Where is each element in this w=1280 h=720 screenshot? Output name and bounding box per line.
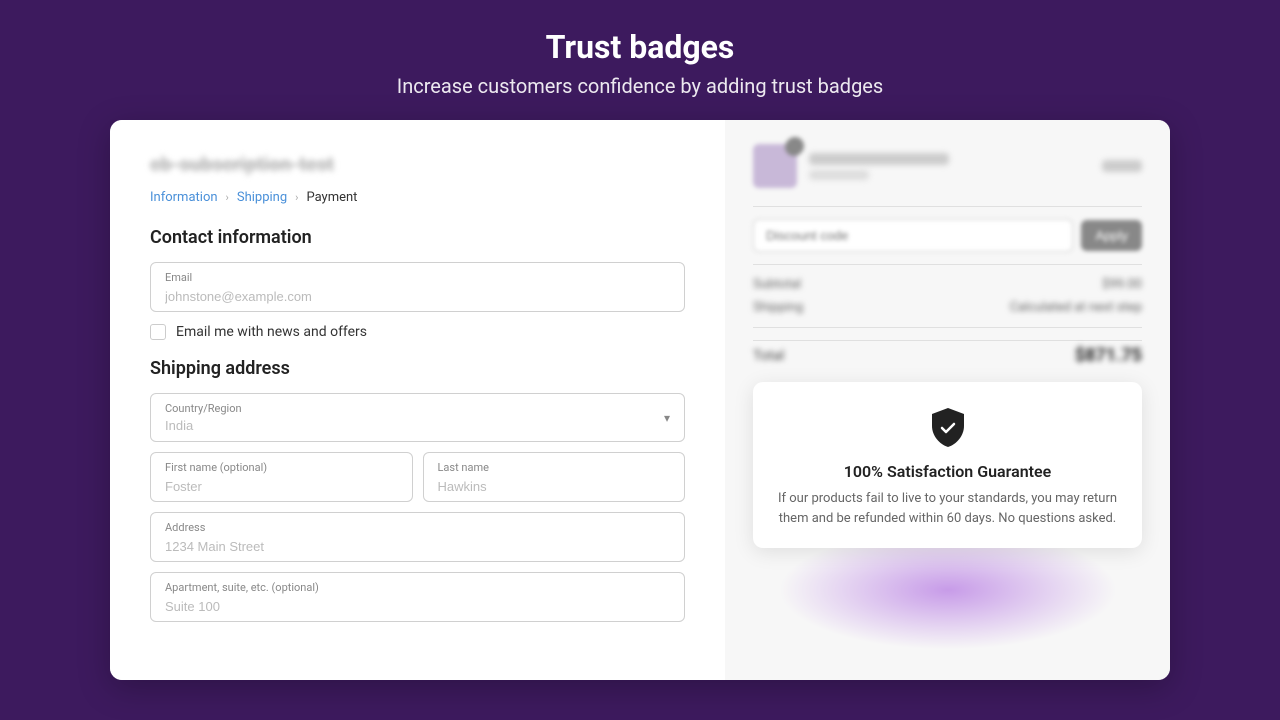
trust-badge-glow	[778, 530, 1118, 650]
last-name-label: Last name	[438, 461, 671, 474]
discount-input[interactable]	[753, 219, 1073, 252]
total-value: $871.75	[1075, 345, 1142, 366]
country-label: Country/Region	[151, 394, 684, 415]
shield-icon	[924, 404, 972, 452]
item-thumbnail: 1	[753, 144, 797, 188]
divider-2	[753, 264, 1142, 265]
first-name-label: First name (optional)	[165, 461, 398, 474]
first-name-input[interactable]	[165, 479, 398, 494]
newsletter-label: Email me with news and offers	[176, 324, 367, 340]
newsletter-row: Email me with news and offers	[150, 324, 685, 340]
item-variant	[809, 170, 869, 180]
breadcrumb-sep-2: ›	[295, 191, 298, 204]
breadcrumb-payment[interactable]: Payment	[306, 190, 357, 205]
shipping-row: Shipping Calculated at next step	[753, 300, 1142, 315]
name-row: First name (optional) Last name	[150, 452, 685, 502]
country-select[interactable]: India	[151, 416, 684, 441]
checkout-left-panel: cb-subscription-test Information › Shipp…	[110, 120, 725, 680]
shipping-label: Shipping	[753, 300, 803, 315]
address-wrapper[interactable]: Address	[150, 512, 685, 562]
subtotal-row: Subtotal $99.00	[753, 277, 1142, 292]
shipping-section-title: Shipping address	[150, 358, 685, 379]
email-label: Email	[165, 271, 670, 284]
checkout-right-panel: 1 Apply Subtotal $99.00 Shipping Calcula…	[725, 120, 1170, 680]
subtotal-value: $99.00	[1102, 277, 1142, 292]
trust-badge-title: 100% Satisfaction Guarantee	[777, 462, 1118, 481]
item-quantity-badge: 1	[786, 137, 804, 155]
main-card: cb-subscription-test Information › Shipp…	[110, 120, 1170, 680]
page-title: Trust badges	[397, 28, 883, 66]
discount-row: Apply	[753, 219, 1142, 252]
divider-1	[753, 206, 1142, 207]
item-price	[1102, 160, 1142, 172]
breadcrumb: Information › Shipping › Payment	[150, 190, 685, 205]
email-input-wrapper[interactable]: Email	[150, 262, 685, 312]
breadcrumb-sep-1: ›	[226, 191, 229, 204]
first-name-wrapper[interactable]: First name (optional)	[150, 452, 413, 502]
total-label: Total	[753, 348, 784, 364]
page-header: Trust badges Increase customers confiden…	[397, 0, 883, 120]
apply-discount-button[interactable]: Apply	[1081, 220, 1142, 251]
subtotal-label: Subtotal	[753, 277, 801, 292]
apt-label: Apartment, suite, etc. (optional)	[165, 581, 670, 594]
apt-input[interactable]	[165, 599, 670, 614]
breadcrumb-information[interactable]: Information	[150, 190, 218, 205]
order-item: 1	[753, 144, 1142, 188]
breadcrumb-shipping[interactable]: Shipping	[237, 190, 287, 205]
newsletter-checkbox[interactable]	[150, 324, 166, 340]
shipping-value: Calculated at next step	[1010, 300, 1142, 315]
item-details	[809, 153, 1090, 180]
page-subtitle: Increase customers confidence by adding …	[397, 74, 883, 98]
shipping-section: Shipping address Country/Region India ▾ …	[150, 358, 685, 622]
email-field-group: Email	[150, 262, 685, 312]
item-name	[809, 153, 949, 165]
last-name-wrapper[interactable]: Last name	[423, 452, 686, 502]
address-label: Address	[165, 521, 670, 534]
trust-badge-description: If our products fail to live to your sta…	[777, 489, 1118, 528]
email-input[interactable]	[165, 289, 670, 304]
last-name-input[interactable]	[438, 479, 671, 494]
apt-wrapper[interactable]: Apartment, suite, etc. (optional)	[150, 572, 685, 622]
store-name: cb-subscription-test	[150, 152, 685, 176]
total-row: Total $871.75	[753, 340, 1142, 366]
contact-section-title: Contact information	[150, 227, 685, 248]
address-input[interactable]	[165, 539, 670, 554]
trust-badge-card: 100% Satisfaction Guarantee If our produ…	[753, 382, 1142, 548]
divider-3	[753, 327, 1142, 328]
country-select-wrapper[interactable]: Country/Region India ▾	[150, 393, 685, 442]
